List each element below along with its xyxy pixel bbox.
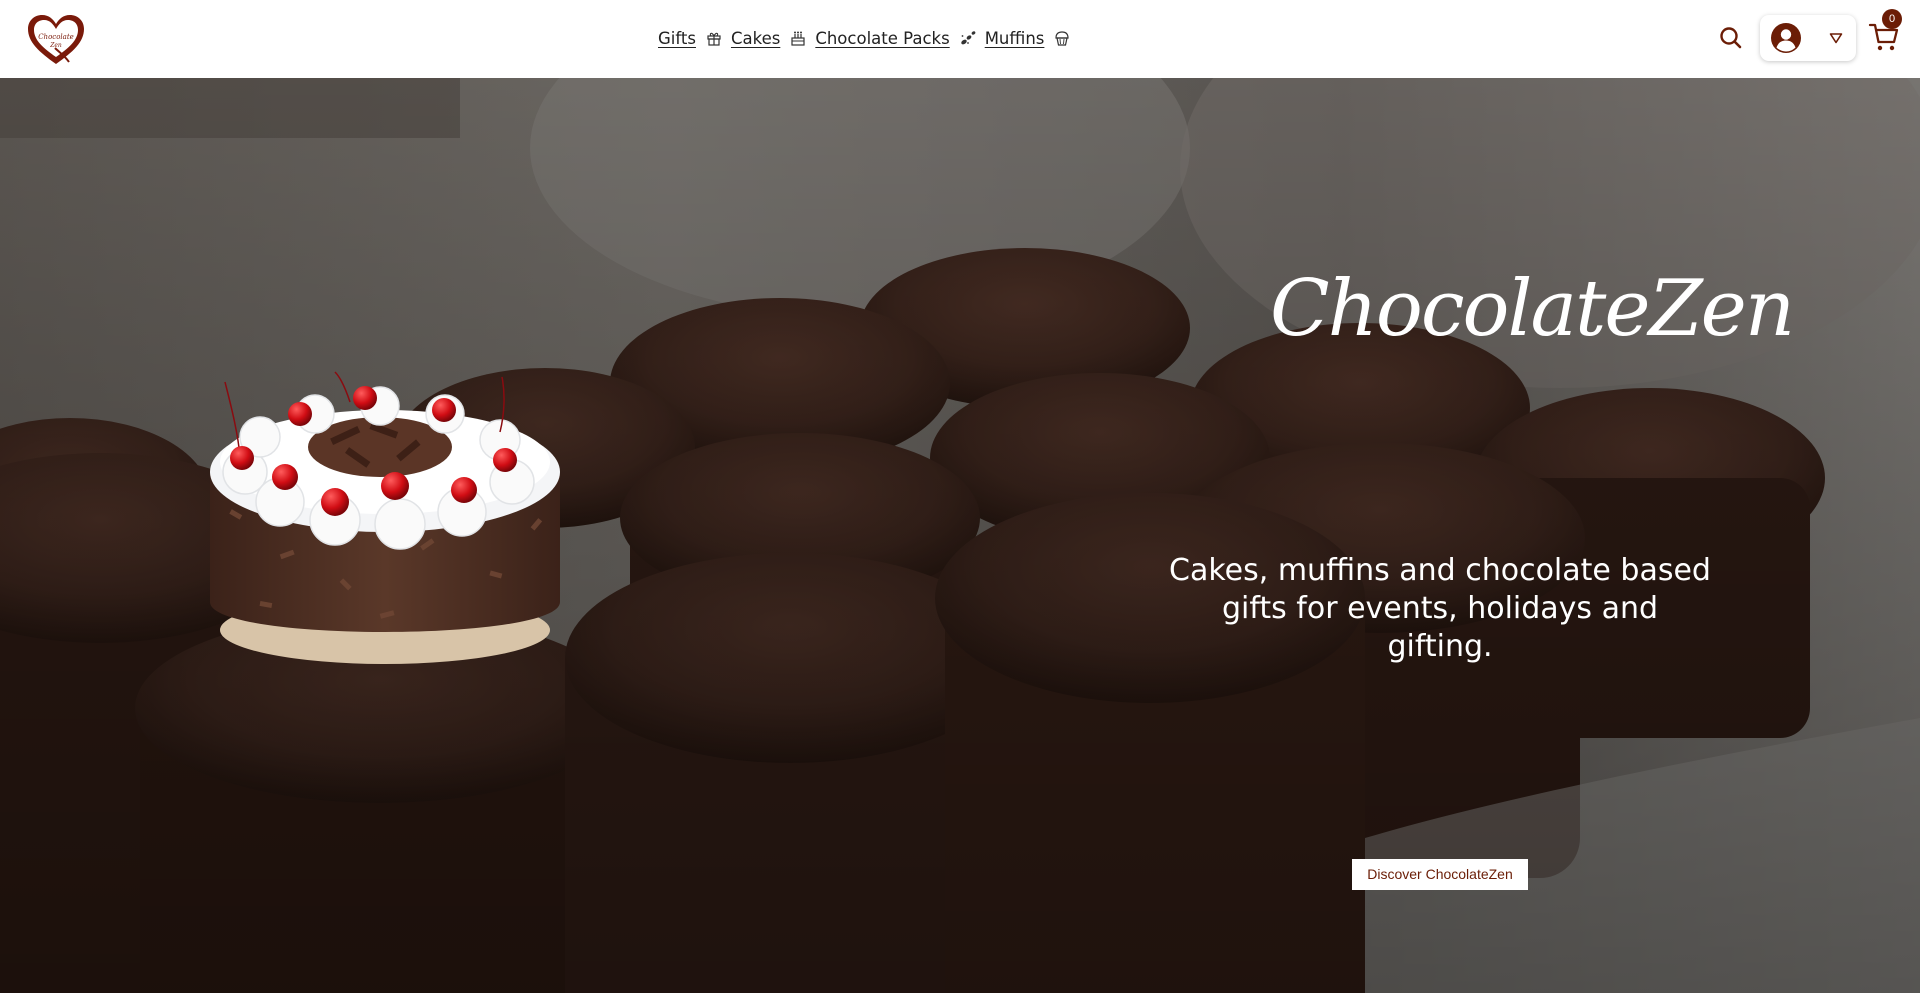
discover-button[interactable]: Discover ChocolateZen (1352, 859, 1528, 890)
chocolates-icon (960, 30, 976, 46)
caret-down-icon (1829, 33, 1843, 44)
nav-chocolate-packs-link[interactable]: Chocolate Packs (815, 29, 949, 48)
site-header: Chocolate Zen Gifts Cakes Chocolate Pack… (0, 0, 1920, 78)
user-avatar-icon (1771, 23, 1801, 53)
main-nav: Gifts Cakes Chocolate Packs Muffins (658, 26, 1079, 50)
gift-icon (706, 30, 722, 46)
muffin-icon (1054, 30, 1070, 46)
nav-cakes-link[interactable]: Cakes (731, 29, 780, 48)
black-forest-cake (210, 371, 560, 664)
brand-logo[interactable]: Chocolate Zen (25, 12, 87, 68)
hero-brand-title: ChocolateZen (1270, 264, 1795, 354)
cake-icon (790, 30, 806, 46)
account-menu-button[interactable] (1760, 15, 1856, 61)
search-icon[interactable] (1718, 25, 1744, 51)
hero-tagline: Cakes, muffins and chocolate based gifts… (1169, 553, 1711, 664)
nav-gifts-link[interactable]: Gifts (658, 29, 696, 48)
svg-text:Chocolate: Chocolate (38, 33, 74, 41)
nav-muffins-link[interactable]: Muffins (985, 29, 1045, 48)
hero-section: ChocolateZen Cakes, muffins and chocolat… (0, 78, 1920, 993)
cart-count-badge: 0 (1882, 9, 1902, 29)
svg-text:Zen: Zen (49, 42, 62, 49)
